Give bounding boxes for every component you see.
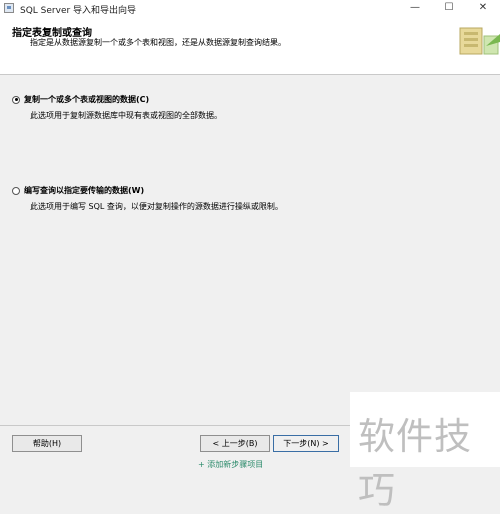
watermark: 软件技巧 — [350, 392, 500, 512]
wizard-banner-icon — [459, 27, 500, 55]
window-title: SQL Server 导入和导出向导 — [20, 6, 137, 16]
wizard-header: 指定表复制或查询 指定是从数据源复制一个或多个表和视图，还是从数据源复制查询结果… — [0, 16, 500, 75]
option-write-query-label: 编写查询以指定要传输的数据(W) — [24, 186, 145, 195]
radio-copy-tables[interactable] — [12, 95, 20, 104]
radio-write-query[interactable] — [12, 186, 20, 195]
option-copy-tables-label: 复制一个或多个表或视图的数据(C) — [24, 95, 150, 104]
next-button[interactable]: 下一步(N) > — [273, 435, 339, 452]
minimize-button[interactable]: — — [398, 0, 432, 16]
option-copy-tables-description: 此选项用于复制源数据库中现有表或视图的全部数据。 — [30, 111, 222, 120]
cutoff-link-text: + 添加新步骤项目 — [198, 460, 264, 469]
option-copy-tables[interactable]: 复制一个或多个表或视图的数据(C) — [12, 94, 149, 105]
option-write-query[interactable]: 编写查询以指定要传输的数据(W) — [12, 185, 144, 196]
app-icon — [4, 3, 14, 13]
back-button[interactable]: < 上一步(B) — [200, 435, 270, 452]
maximize-button[interactable]: ☐ — [432, 0, 466, 16]
title-bar: SQL Server 导入和导出向导 — ☐ ✕ — [0, 0, 500, 16]
watermark-text: 软件技巧 — [358, 415, 472, 512]
option-write-query-description: 此选项用于编写 SQL 查询，以便对复制操作的源数据进行操纵或限制。 — [30, 202, 283, 211]
page-description: 指定是从数据源复制一个或多个表和视图，还是从数据源复制查询结果。 — [30, 38, 286, 47]
help-button[interactable]: 帮助(H) — [12, 435, 82, 452]
close-button[interactable]: ✕ — [466, 0, 500, 16]
